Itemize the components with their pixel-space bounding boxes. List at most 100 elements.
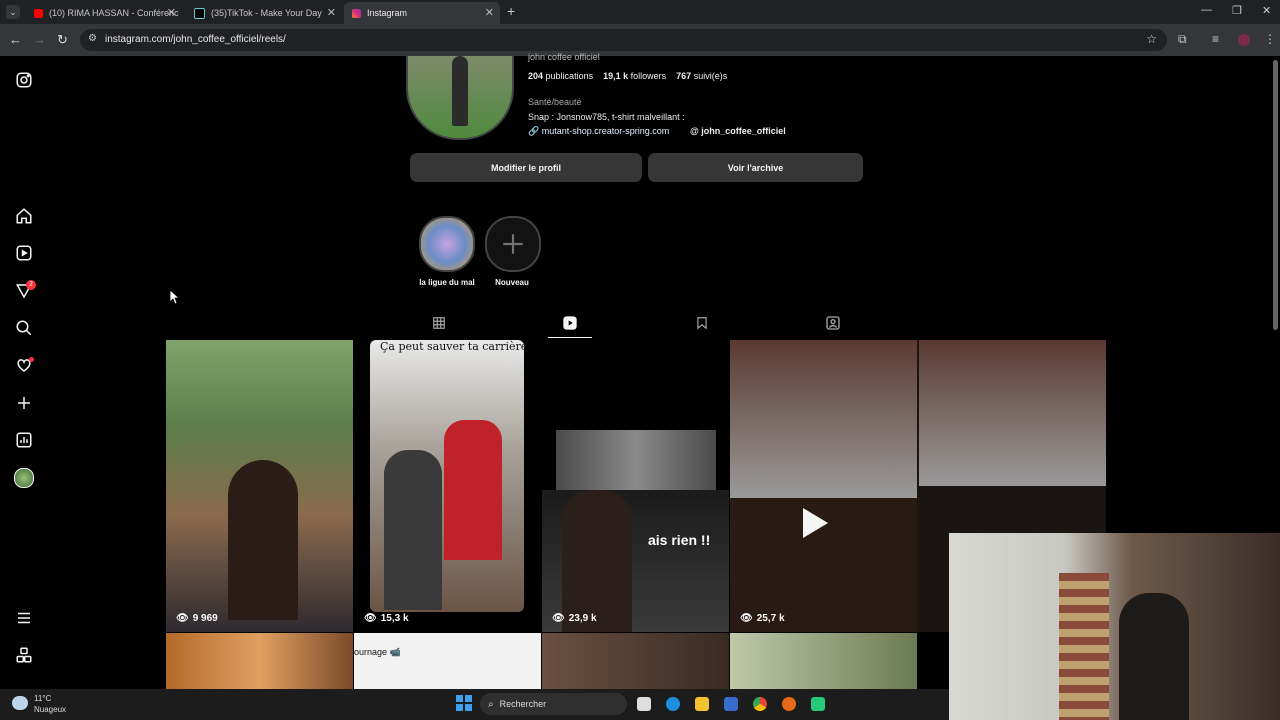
tab-title: (10) RIMA HASSAN - Conférenc — [49, 8, 179, 18]
profile-avatar[interactable] — [14, 468, 34, 488]
reel-tile[interactable]: ais rien !! 👁 23,9 k — [542, 340, 729, 632]
following-label[interactable]: suivi(e)s — [694, 71, 728, 81]
address-bar[interactable]: ⚙ instagram.com/john_coffee_officiel/ree… — [80, 29, 1167, 51]
reel-tile[interactable] — [730, 633, 917, 689]
link-icon: 🔗 — [528, 126, 540, 136]
profile-link[interactable]: 🔗 mutant-shop.creator-spring.com — [528, 126, 669, 137]
reel-tile[interactable]: 👁 9 969 — [166, 340, 353, 632]
view-count: 👁 23,9 k — [552, 613, 597, 624]
tab-posts-grid[interactable] — [430, 314, 448, 332]
eye-icon: 👁 — [176, 613, 189, 624]
profile-username: john coffee officiel — [528, 52, 600, 62]
profile-link-text[interactable]: mutant-shop.creator-spring.com — [542, 126, 670, 136]
reel-tile[interactable]: ournage 📹 — [354, 633, 541, 689]
browser-menu-icon[interactable]: ⋮ — [1264, 32, 1276, 46]
reel-tile[interactable] — [166, 633, 353, 689]
file-explorer-icon[interactable] — [695, 697, 709, 711]
reels-icon[interactable] — [14, 243, 34, 263]
media-icon[interactable]: ≡ — [1212, 32, 1219, 46]
reel-tile[interactable]: Ça peut sauver ta carrière 👁 15,3 k — [354, 340, 541, 632]
search-icon[interactable] — [14, 318, 34, 338]
followers-count[interactable]: 19,1 k — [603, 71, 628, 81]
profile-picture[interactable] — [406, 56, 514, 140]
weather-widget[interactable]: 11°C Nuageux — [34, 693, 66, 715]
url-text: instagram.com/john_coffee_officiel/reels… — [105, 34, 286, 45]
tab-title: (35)TikTok - Make Your Day — [211, 8, 322, 18]
taskbar-search[interactable]: ⌕ Rechercher — [480, 693, 627, 715]
extensions-icon[interactable]: ⧉ — [1178, 32, 1187, 47]
tab-saved[interactable] — [693, 314, 711, 332]
close-tab-icon[interactable]: ✕ — [485, 6, 494, 19]
tagged-icon — [826, 316, 840, 330]
minimize-icon[interactable]: — — [1201, 4, 1212, 16]
threads-handle[interactable]: @ john_coffee_officiel — [690, 126, 786, 136]
active-tab-indicator — [548, 337, 592, 338]
reel-tile[interactable] — [542, 633, 729, 689]
store-icon[interactable] — [724, 697, 738, 711]
followers-label[interactable]: followers — [631, 71, 667, 81]
webcam-overlay — [949, 533, 1280, 720]
app-icon[interactable] — [811, 697, 825, 711]
chrome-icon[interactable] — [753, 697, 767, 711]
tab-title: Instagram — [367, 8, 408, 18]
threads-icon[interactable] — [14, 645, 34, 665]
search-icon: ⌕ — [488, 698, 494, 710]
new-highlight-button[interactable] — [485, 216, 541, 272]
reels-tab-icon — [563, 316, 577, 330]
bookmark-star-icon[interactable]: ☆ — [1146, 32, 1157, 46]
browser-toolbar: ← → ↻ ⚙ instagram.com/john_coffee_offici… — [0, 24, 1280, 56]
threads-logo-icon: @ — [690, 126, 699, 136]
windows-taskbar: 11°C Nuageux ⌕ Rechercher — [0, 689, 949, 720]
highlight-label: Nouveau — [495, 278, 529, 287]
eye-icon: 👁 — [740, 613, 753, 624]
task-view-icon[interactable] — [637, 697, 651, 711]
eye-icon: 👁 — [364, 613, 377, 624]
restore-icon[interactable]: ❐ — [1232, 4, 1242, 17]
page-scrollbar[interactable] — [1273, 60, 1278, 330]
publications-label: publications — [545, 71, 594, 81]
plus-icon — [503, 234, 523, 254]
instagram-favicon-icon — [352, 8, 361, 18]
view-count: 👁 25,7 k — [740, 613, 785, 624]
reel-overlay-text: ais rien !! — [648, 532, 711, 548]
browser-tab[interactable]: (35)TikTok - Make Your Day ✕ — [186, 2, 342, 24]
site-info-icon[interactable]: ⚙ — [88, 33, 97, 44]
edge-icon[interactable] — [666, 697, 680, 711]
back-icon[interactable]: ← — [9, 32, 22, 47]
close-tab-icon[interactable]: ✕ — [327, 6, 336, 19]
home-icon[interactable] — [14, 206, 34, 226]
user-avatar-icon[interactable] — [1238, 34, 1250, 46]
view-archive-button[interactable]: Voir l'archive — [648, 153, 863, 182]
browser-tab[interactable]: (10) RIMA HASSAN - Conférenc ✕ — [26, 2, 182, 24]
reel-caption: Ça peut sauver ta carrière — [380, 340, 528, 353]
tab-reels[interactable] — [561, 314, 579, 332]
edit-profile-button[interactable]: Modifier le profil — [410, 153, 642, 182]
highlight-ligue-du-mal[interactable] — [419, 216, 475, 272]
dashboard-icon[interactable] — [14, 430, 34, 450]
new-tab-button[interactable]: + — [507, 3, 515, 19]
tab-search-button[interactable]: ⌄ — [6, 5, 20, 19]
eye-icon: 👁 — [552, 613, 565, 624]
close-window-icon[interactable]: ✕ — [1262, 4, 1271, 17]
play-icon[interactable] — [790, 500, 836, 546]
windows-start-icon[interactable] — [456, 695, 472, 711]
forward-icon[interactable]: → — [33, 32, 46, 47]
reload-icon[interactable]: ↻ — [57, 32, 68, 48]
menu-icon[interactable] — [14, 608, 34, 628]
grid-icon — [433, 317, 445, 329]
tab-tagged[interactable] — [824, 314, 842, 332]
create-icon[interactable] — [14, 393, 34, 413]
browser-tab-active[interactable]: Instagram ✕ — [344, 2, 500, 24]
weather-icon[interactable] — [12, 696, 28, 710]
view-count: 👁 9 969 — [176, 613, 218, 624]
firefox-icon[interactable] — [782, 697, 796, 711]
publications-count: 204 — [528, 71, 544, 81]
following-count[interactable]: 767 — [676, 71, 691, 81]
notification-badge: 2 — [26, 280, 36, 290]
close-tab-icon[interactable]: ✕ — [167, 6, 176, 19]
threads-handle-text[interactable]: john_coffee_officiel — [701, 126, 786, 136]
tiktok-icon — [194, 7, 205, 19]
profile-bio: Snap : Jonsnow785, t-shirt malveillant : — [528, 112, 685, 122]
instagram-icon[interactable] — [14, 70, 34, 90]
reel-caption: ournage 📹 — [354, 647, 401, 657]
